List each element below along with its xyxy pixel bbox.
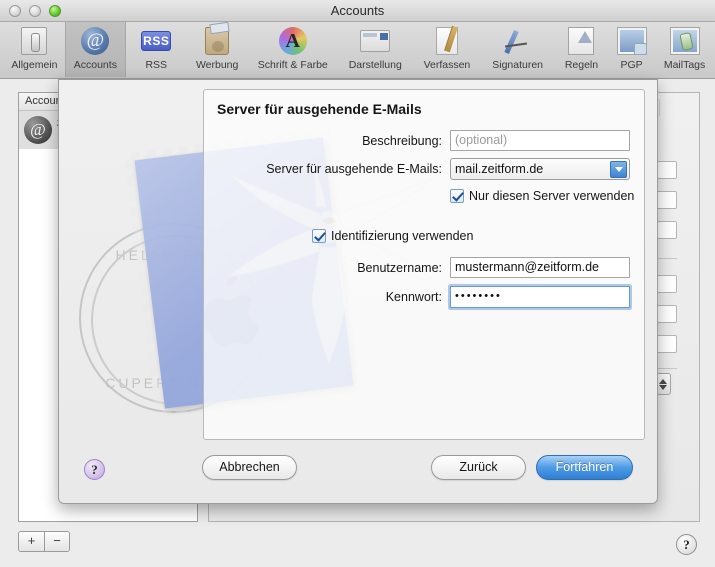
toolbar-item-mailtags[interactable]: MailTags bbox=[654, 22, 715, 77]
toolbar-item-signaturen[interactable]: Signaturen bbox=[481, 22, 554, 77]
add-account-button[interactable]: + bbox=[19, 532, 44, 551]
viewing-icon bbox=[358, 25, 392, 57]
back-button[interactable]: Zurück bbox=[431, 455, 526, 480]
toolbar-label: Darstellung bbox=[348, 59, 402, 71]
globe-at-icon: @ bbox=[24, 116, 52, 144]
username-row: Benutzername: mustermann@zeitform.de bbox=[204, 257, 646, 278]
assistant-content-panel: Server für ausgehende E-Mails Beschreibu… bbox=[203, 89, 645, 440]
checkbox-checked-icon[interactable] bbox=[312, 229, 326, 243]
mailtags-icon bbox=[668, 25, 702, 57]
outgoing-server-select[interactable]: mail.zeitform.de bbox=[450, 158, 630, 180]
continue-button[interactable]: Fortfahren bbox=[536, 455, 633, 480]
toolbar-item-rss[interactable]: RSS RSS bbox=[126, 22, 187, 77]
only-this-server-label: Nur diesen Server verwenden bbox=[469, 189, 635, 203]
toolbar-label: Accounts bbox=[73, 59, 117, 71]
cancel-button[interactable]: Abbrechen bbox=[202, 455, 297, 480]
toolbar-item-allgemein[interactable]: Allgemein bbox=[4, 22, 65, 77]
toolbar-item-schrift-farbe[interactable]: Schrift & Farbe bbox=[248, 22, 338, 77]
toolbar-item-pgp[interactable]: PGP bbox=[609, 22, 654, 77]
checkbox-checked-icon[interactable] bbox=[450, 189, 464, 203]
pgp-icon bbox=[615, 25, 649, 57]
signature-icon bbox=[501, 25, 535, 57]
toolbar-label: PGP bbox=[620, 59, 643, 71]
use-authentication-checkbox-row[interactable]: Identifizierung verwenden bbox=[312, 229, 473, 243]
sheet-title: Server für ausgehende E-Mails bbox=[217, 101, 422, 117]
description-row: Beschreibung: (optional) bbox=[204, 130, 646, 151]
font-color-icon bbox=[276, 25, 310, 57]
outgoing-server-row: Server für ausgehende E-Mails: mail.zeit… bbox=[204, 158, 646, 180]
password-label: Kennwort: bbox=[385, 290, 442, 304]
password-input[interactable]: •••••••• bbox=[450, 286, 630, 308]
stepper-down-icon bbox=[658, 384, 667, 390]
toolbar-label: MailTags bbox=[663, 59, 706, 71]
toolbar-item-accounts[interactable]: @ Accounts bbox=[64, 22, 126, 77]
accounts-preferences-window: Accounts Allgemein @ Accounts RSS RSS We… bbox=[0, 0, 715, 567]
only-this-server-checkbox-row[interactable]: Nur diesen Server verwenden bbox=[450, 189, 634, 203]
account-setup-assistant-sheet: HELLO FROM CUPERTINO CA Server für ausge… bbox=[58, 79, 658, 504]
toolbar-item-verfassen[interactable]: Verfassen bbox=[413, 22, 482, 77]
assistant-footer: ? Abbrechen Zurück Fortfahren bbox=[59, 440, 657, 503]
toolbar-label: Werbung bbox=[195, 59, 239, 71]
compose-icon bbox=[430, 25, 464, 57]
use-authentication-label: Identifizierung verwenden bbox=[331, 229, 474, 243]
username-label: Benutzername: bbox=[357, 260, 442, 275]
remove-account-button[interactable]: − bbox=[44, 532, 69, 551]
rules-icon bbox=[564, 25, 598, 57]
toolbar-item-regeln[interactable]: Regeln bbox=[554, 22, 609, 77]
username-input[interactable]: mustermann@zeitform.de bbox=[450, 257, 630, 278]
toolbar-item-werbung[interactable]: Werbung bbox=[187, 22, 248, 77]
preferences-toolbar: Allgemein @ Accounts RSS RSS Werbung Sch… bbox=[0, 22, 715, 79]
window-help-button[interactable]: ? bbox=[676, 534, 697, 555]
help-button[interactable]: ? bbox=[84, 459, 105, 480]
rss-icon: RSS bbox=[139, 25, 173, 57]
toolbar-label: Signaturen bbox=[492, 59, 544, 71]
outgoing-server-value: mail.zeitform.de bbox=[455, 162, 544, 176]
account-add-remove-group: + − bbox=[18, 531, 70, 552]
description-label: Beschreibung: bbox=[362, 133, 442, 148]
toolbar-label: Regeln bbox=[564, 59, 599, 71]
toolbar-label: Schrift & Farbe bbox=[257, 59, 328, 71]
trash-bag-icon bbox=[200, 25, 234, 57]
outgoing-server-label: Server für ausgehende E-Mails: bbox=[266, 162, 442, 176]
description-input[interactable]: (optional) bbox=[450, 130, 630, 151]
toolbar-label: RSS bbox=[145, 59, 168, 71]
password-row: Kennwort: •••••••• bbox=[204, 286, 646, 308]
window-titlebar: Accounts bbox=[0, 0, 715, 22]
window-title: Accounts bbox=[330, 3, 385, 18]
toolbar-label: Verfassen bbox=[423, 59, 471, 71]
toolbar-label: Allgemein bbox=[11, 59, 58, 71]
stepper-up-icon bbox=[658, 378, 667, 384]
at-sign-icon: @ bbox=[78, 25, 112, 57]
switch-icon bbox=[17, 25, 51, 57]
toolbar-item-darstellung[interactable]: Darstellung bbox=[338, 22, 413, 77]
chevron-down-icon[interactable] bbox=[610, 161, 627, 178]
